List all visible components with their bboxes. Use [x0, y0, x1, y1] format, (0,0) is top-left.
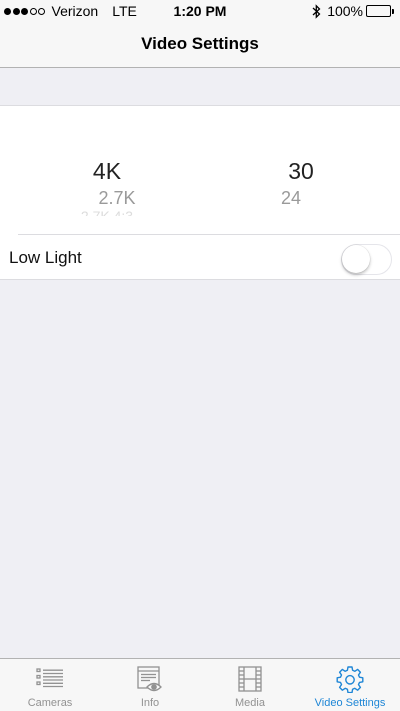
resolution-option[interactable]: 2.7K — [67, 188, 167, 209]
navigation-bar: Video Settings — [0, 22, 400, 68]
list-icon — [0, 665, 100, 695]
tab-bar: Cameras Info Media Video Settings — [0, 658, 400, 711]
gear-icon — [300, 665, 400, 695]
video-mode-picker[interactable]: 4K 2.7K 2.7K 4:3 30 24 — [0, 106, 400, 234]
resolution-option-faded[interactable]: 2.7K 4:3 — [57, 208, 157, 216]
frame-rate-picker-column[interactable]: 30 24 — [251, 106, 351, 234]
status-bar: Verizon LTE 1:20 PM 100% — [0, 0, 400, 22]
low-light-toggle[interactable] — [341, 244, 392, 275]
film-icon — [200, 665, 300, 695]
tab-label: Info — [140, 697, 160, 709]
resolution-selected[interactable]: 4K — [57, 158, 157, 185]
battery-icon — [366, 5, 394, 17]
bluetooth-icon — [312, 3, 321, 19]
frame-rate-selected[interactable]: 30 — [251, 158, 351, 185]
low-light-row: Low Light — [0, 235, 400, 280]
tab-label: Media — [235, 697, 265, 709]
tab-video-settings[interactable]: Video Settings — [300, 659, 400, 711]
battery-percent: 100% — [327, 3, 363, 19]
tab-label: Cameras — [27, 697, 73, 709]
tab-media[interactable]: Media — [200, 659, 300, 711]
resolution-picker-column[interactable]: 4K 2.7K 2.7K 4:3 — [57, 106, 157, 234]
frame-rate-option[interactable]: 24 — [241, 188, 341, 209]
status-right: 100% — [312, 3, 394, 19]
tab-info[interactable]: Info — [100, 659, 200, 711]
info-eye-icon — [100, 665, 200, 695]
tab-label: Video Settings — [314, 697, 386, 709]
page-title: Video Settings — [141, 34, 259, 53]
toggle-knob — [342, 245, 370, 273]
video-settings-section: 4K 2.7K 2.7K 4:3 30 24 Low Light — [0, 105, 400, 280]
low-light-label: Low Light — [9, 248, 82, 267]
tab-cameras[interactable]: Cameras — [0, 659, 100, 711]
